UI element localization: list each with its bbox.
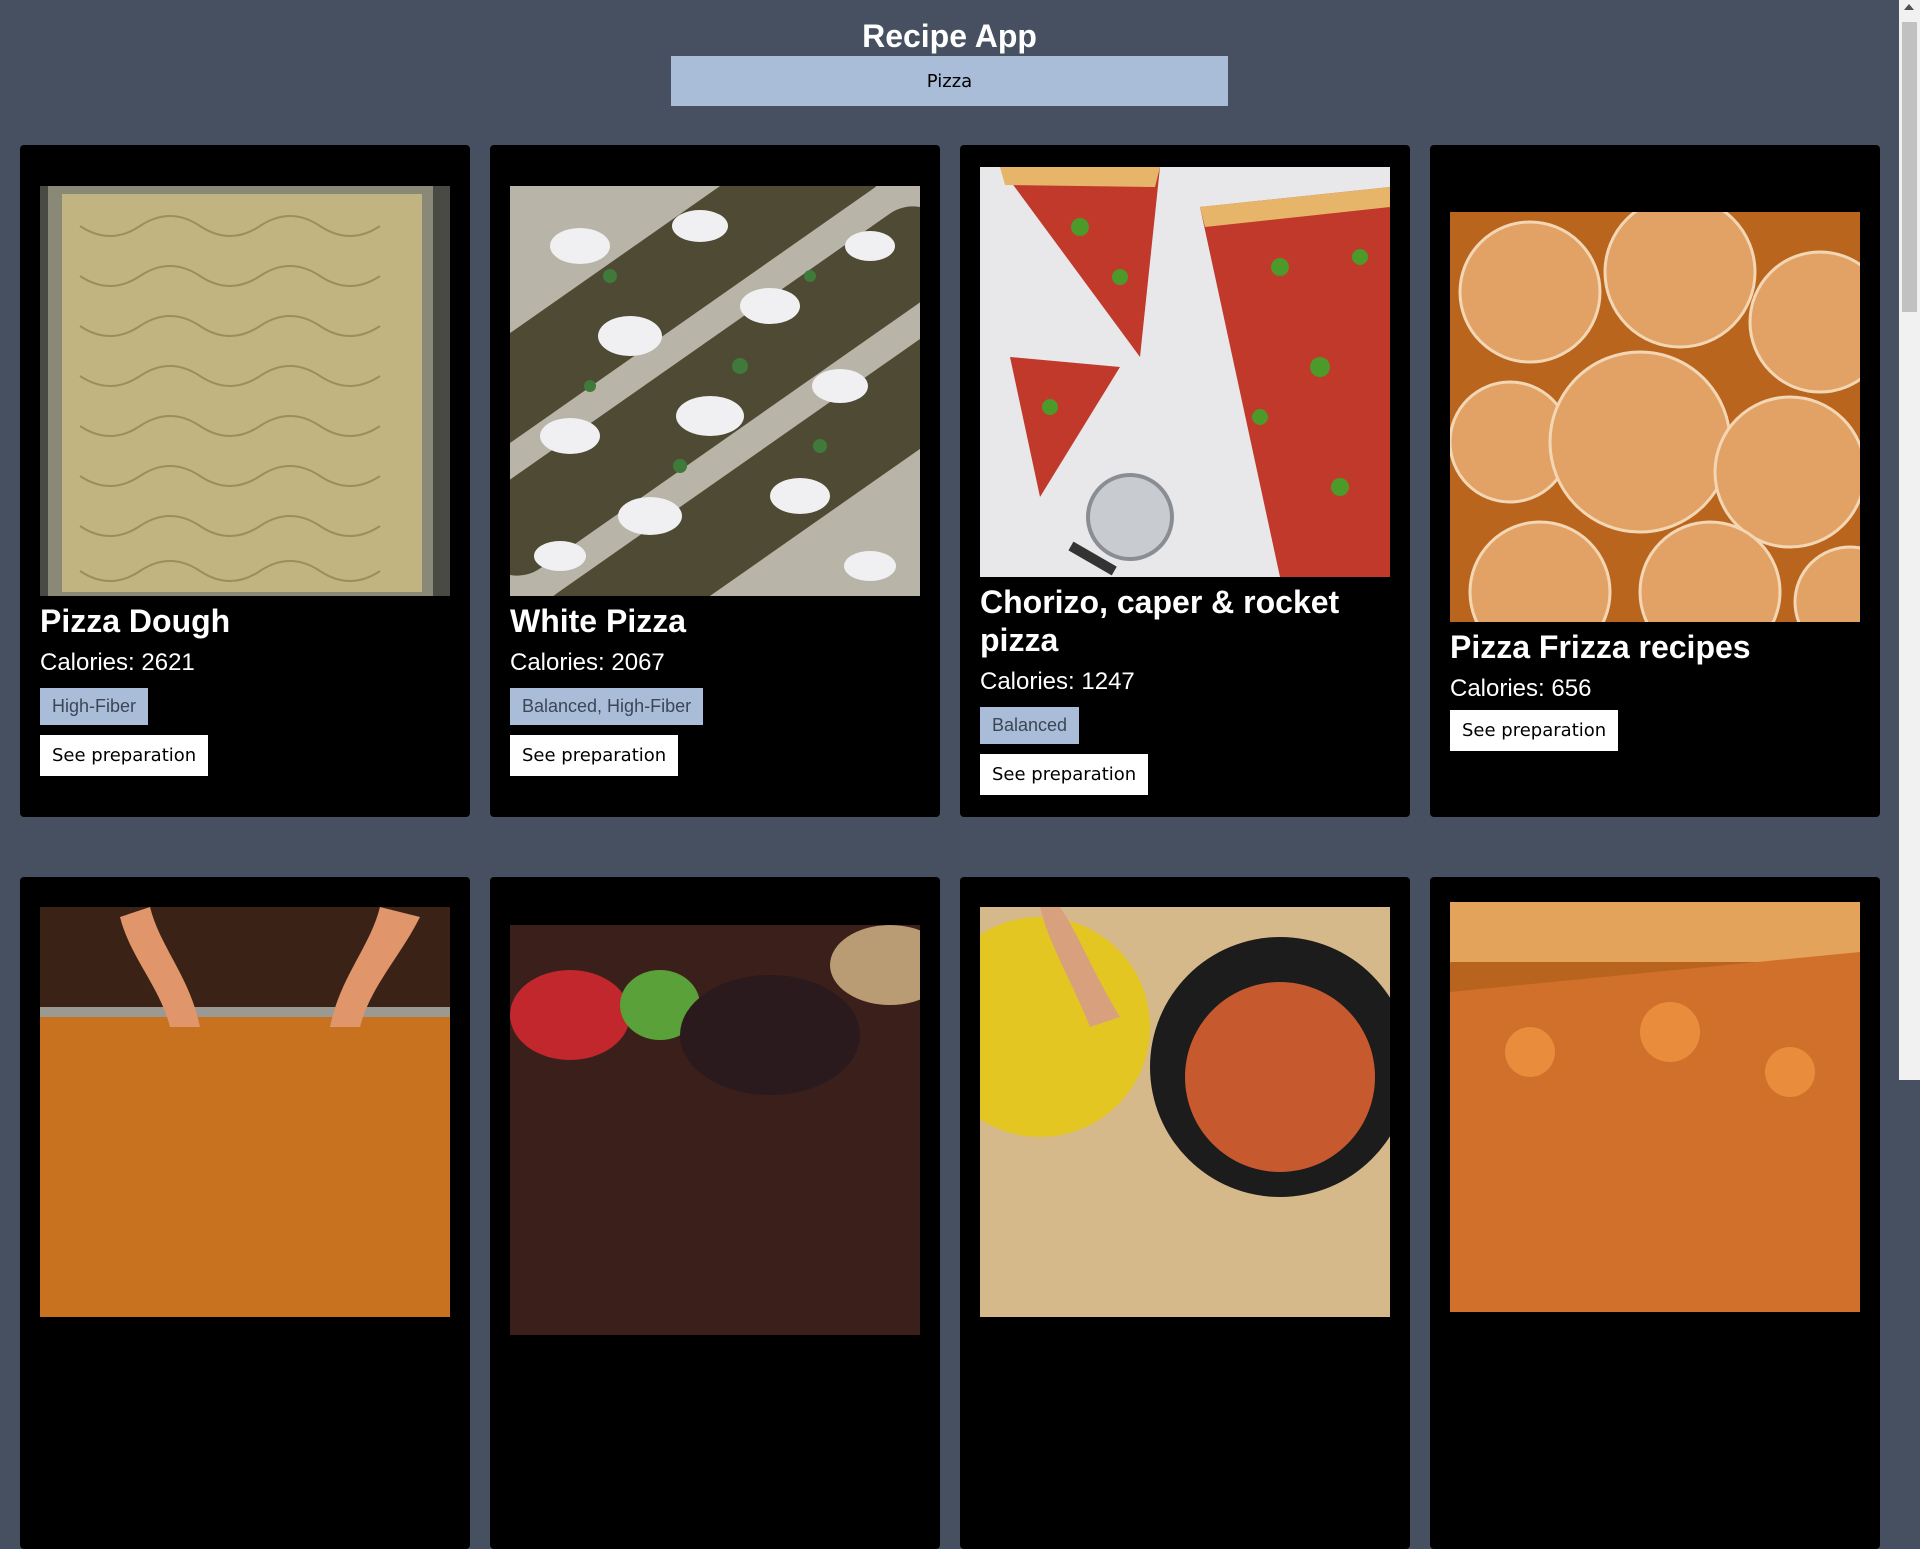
recipe-calories: Calories: 1247: [980, 668, 1135, 695]
recipe-card: [20, 877, 470, 1549]
see-preparation-button[interactable]: See preparation: [1450, 709, 1619, 751]
vertical-scrollbar[interactable]: [1899, 0, 1920, 1080]
chorizo-pizza-photo: [980, 167, 1390, 577]
recipe-title: Pizza Frizza recipes: [1450, 628, 1751, 665]
recipe-image[interactable]: [40, 186, 450, 596]
see-preparation-button[interactable]: See preparation: [510, 735, 679, 776]
recipe-calories: Calories: 2621: [40, 649, 195, 676]
recipe-calories: Calories: 656: [1450, 674, 1592, 702]
recipe-title: Pizza Dough: [40, 603, 231, 639]
recipe-card: Pizza Dough Calories: 2621 High-Fiber Se…: [20, 145, 470, 817]
recipe-card: [1430, 877, 1880, 1549]
recipe-title: Chorizo, caper & rocket pizza: [980, 584, 1340, 658]
diet-label-badge: Balanced, High-Fiber: [510, 688, 704, 725]
pizza-dough-photo: [40, 186, 450, 596]
recipe-image[interactable]: [510, 925, 920, 1335]
recipe-image[interactable]: [1450, 211, 1860, 622]
pizza-hands-photo: [40, 907, 450, 1317]
diet-label-badge: High-Fiber: [40, 688, 149, 725]
search-input[interactable]: [671, 56, 1228, 106]
see-preparation-button[interactable]: See preparation: [980, 754, 1149, 795]
recipe-card: Chorizo, caper & rocket pizza Calories: …: [960, 145, 1410, 817]
skillet-pizza-photo: [980, 907, 1390, 1317]
recipe-image[interactable]: [510, 186, 920, 596]
recipe-card: White Pizza Calories: 2067 Balanced, Hig…: [490, 145, 940, 817]
recipe-grid: Pizza Dough Calories: 2621 High-Fiber Se…: [20, 145, 1880, 1549]
recipe-title: White Pizza: [510, 603, 687, 639]
diet-label-badge: Balanced: [980, 707, 1080, 744]
white-pizza-photo: [510, 186, 920, 596]
recipe-image[interactable]: [1450, 902, 1860, 1312]
recipe-card: [960, 877, 1410, 1549]
recipe-image[interactable]: [40, 907, 450, 1317]
recipe-card: [490, 877, 940, 1549]
app-title: Recipe App: [862, 18, 1037, 54]
recipe-image[interactable]: [980, 167, 1390, 577]
see-preparation-button[interactable]: See preparation: [40, 735, 209, 776]
recipe-image[interactable]: [980, 907, 1390, 1317]
page: Recipe App Pizza Pizza Dough Calories: 2…: [0, 0, 1899, 1549]
scrollbar-thumb[interactable]: [1902, 22, 1917, 312]
pizza-frizza-photo: [1450, 211, 1860, 622]
salad-pizza-photo: [510, 925, 920, 1335]
recipe-calories: Calories: 2067: [510, 649, 665, 676]
recipe-card: Pizza Frizza recipes Calories: 656 See p…: [1430, 145, 1880, 817]
scroll-up-arrow-icon[interactable]: [1904, 4, 1914, 10]
cheese-pizza-photo: [1450, 902, 1860, 1312]
